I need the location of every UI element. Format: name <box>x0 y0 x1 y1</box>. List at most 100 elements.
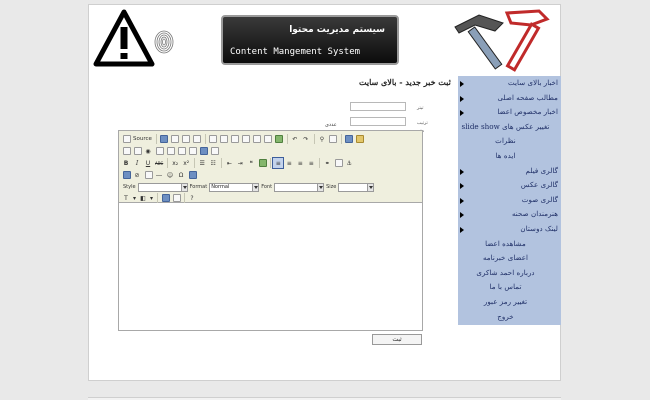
smiley-icon[interactable]: ☺ <box>165 170 175 180</box>
replace-icon[interactable] <box>329 135 338 143</box>
arrow-right-icon <box>460 197 464 204</box>
sidebar-item-14[interactable]: تماس با ما <box>458 280 561 295</box>
sidebar-item-10[interactable]: لینک دوستان <box>458 222 561 237</box>
superscript-button[interactable]: x² <box>181 158 191 168</box>
maximize-icon[interactable] <box>161 194 170 202</box>
chevron-down-icon[interactable]: ▾ <box>132 193 137 203</box>
paste-icon[interactable] <box>231 135 240 143</box>
editor-content-area[interactable] <box>119 204 422 330</box>
save-icon[interactable] <box>160 135 169 143</box>
arrow-right-icon <box>460 226 464 233</box>
sidebar-item-11[interactable]: مشاهده اعضا <box>458 237 561 252</box>
sidebar-item-9[interactable]: هنرمندان صحنه <box>458 207 561 222</box>
format-select[interactable]: Normal <box>209 182 260 192</box>
templates-icon[interactable] <box>193 135 202 143</box>
size-select[interactable] <box>338 182 375 192</box>
subscript-button[interactable]: x₂ <box>170 158 180 168</box>
sidebar-item-4[interactable]: نظرات <box>458 134 561 149</box>
checkbox-icon[interactable] <box>133 147 142 155</box>
sidebar-item-6[interactable]: گالری فیلم <box>458 164 561 179</box>
numbered-list-icon[interactable]: ☰ <box>197 158 207 168</box>
bold-button[interactable]: B <box>121 158 131 168</box>
source-icon[interactable] <box>122 135 131 143</box>
sidebar-item-1[interactable]: مطالب صفحه اصلی <box>458 91 561 106</box>
sidebar-item-label: گالری فیلم <box>525 165 558 175</box>
title-banner: سیستم مدیریت محتوا Content Mangement Sys… <box>221 15 399 65</box>
order-input[interactable] <box>350 117 406 126</box>
paste-word-icon[interactable] <box>253 135 262 143</box>
toolbar-separator <box>319 158 321 168</box>
hammer-icon <box>454 9 550 72</box>
flash-icon[interactable]: ⊘ <box>132 170 142 180</box>
show-blocks-icon[interactable] <box>172 194 181 202</box>
title-input[interactable] <box>350 102 406 111</box>
sidebar-item-label: نظرات <box>495 136 516 146</box>
horizontal-rule-icon[interactable]: ― <box>154 170 164 180</box>
text-color-icon[interactable]: T <box>121 193 131 203</box>
sidebar-item-16[interactable]: خروج <box>458 310 561 325</box>
cut-icon[interactable] <box>209 135 218 143</box>
align-justify-icon[interactable]: ≡ <box>306 158 316 168</box>
button-field-icon[interactable] <box>188 147 197 155</box>
arrow-right-icon <box>460 212 464 219</box>
bg-color-icon[interactable]: ◧ <box>138 193 148 203</box>
redo-icon[interactable]: ↷ <box>301 134 311 144</box>
blockquote-icon[interactable]: ❝ <box>246 158 256 168</box>
underline-button[interactable]: U <box>143 158 153 168</box>
style-select[interactable] <box>137 182 188 192</box>
outdent-icon[interactable]: ⇤ <box>224 158 234 168</box>
strike-button[interactable]: ABC <box>154 158 164 168</box>
sidebar-item-13[interactable]: درباره احمد شاکری <box>458 266 561 281</box>
print-icon[interactable] <box>264 135 273 143</box>
font-select[interactable] <box>274 182 325 192</box>
sidebar-item-7[interactable]: گالری عکس <box>458 178 561 193</box>
new-page-icon[interactable] <box>171 135 180 143</box>
indent-icon[interactable]: ⇥ <box>235 158 245 168</box>
order-label: ترتیب <box>417 121 428 126</box>
image-button-icon[interactable] <box>199 147 208 155</box>
iframe-icon[interactable] <box>188 171 197 179</box>
select-field-icon[interactable] <box>177 147 186 155</box>
radio-icon[interactable]: ◉ <box>143 146 153 156</box>
preview-icon[interactable] <box>182 135 191 143</box>
sidebar-item-0[interactable]: اخبار بالای سایت <box>458 76 561 91</box>
align-center-icon[interactable]: ≡ <box>284 158 294 168</box>
div-container-icon[interactable] <box>258 159 267 167</box>
chevron-down-icon <box>252 183 259 191</box>
header: سیستم مدیریت محتوا Content Mangement Sys… <box>89 5 562 73</box>
submit-button[interactable]: ثبت <box>372 334 422 345</box>
undo-icon[interactable]: ↶ <box>290 134 300 144</box>
sidebar-item-3[interactable]: تغییر عکس های slide show <box>458 120 561 135</box>
sidebar-item-2[interactable]: اخبار مخصوص اعضا <box>458 105 561 120</box>
chevron-down-icon[interactable]: ▾ <box>149 193 154 203</box>
align-left-icon[interactable]: ≡ <box>272 157 285 169</box>
unlink-icon[interactable] <box>334 159 343 167</box>
paste-text-icon[interactable] <box>242 135 251 143</box>
select-all-icon[interactable] <box>345 135 354 143</box>
link-icon[interactable]: ⚭ <box>322 158 332 168</box>
help-icon[interactable]: ? <box>187 193 197 203</box>
sidebar-item-5[interactable]: ایده ها <box>458 149 561 164</box>
sidebar-item-15[interactable]: تغییر رمز عبور <box>458 295 561 310</box>
sidebar-item-12[interactable]: اعضای خبرنامه <box>458 251 561 266</box>
italic-button[interactable]: I <box>132 158 142 168</box>
spellcheck-icon[interactable] <box>275 135 284 143</box>
textarea-icon[interactable] <box>166 147 175 155</box>
align-right-icon[interactable]: ≡ <box>295 158 305 168</box>
sidebar-item-8[interactable]: گالری صوت <box>458 193 561 208</box>
text-field-icon[interactable] <box>155 147 164 155</box>
table-icon[interactable] <box>144 171 153 179</box>
copy-icon[interactable] <box>220 135 229 143</box>
form-icon[interactable] <box>122 147 131 155</box>
source-button[interactable]: Source <box>132 134 153 144</box>
sidebar-item-label: اعضای خبرنامه <box>482 253 529 263</box>
find-icon[interactable]: ⚲ <box>317 134 327 144</box>
toolbar-separator <box>157 193 158 203</box>
bullet-list-icon[interactable]: ☷ <box>208 158 218 168</box>
anchor-icon[interactable]: ⚓ <box>344 158 354 168</box>
hidden-field-icon[interactable] <box>210 147 219 155</box>
sidebar-item-label: اخبار بالای سایت <box>507 78 558 87</box>
image-icon[interactable] <box>122 171 131 179</box>
special-char-icon[interactable]: Ω <box>176 170 186 180</box>
remove-format-icon[interactable] <box>356 135 365 143</box>
